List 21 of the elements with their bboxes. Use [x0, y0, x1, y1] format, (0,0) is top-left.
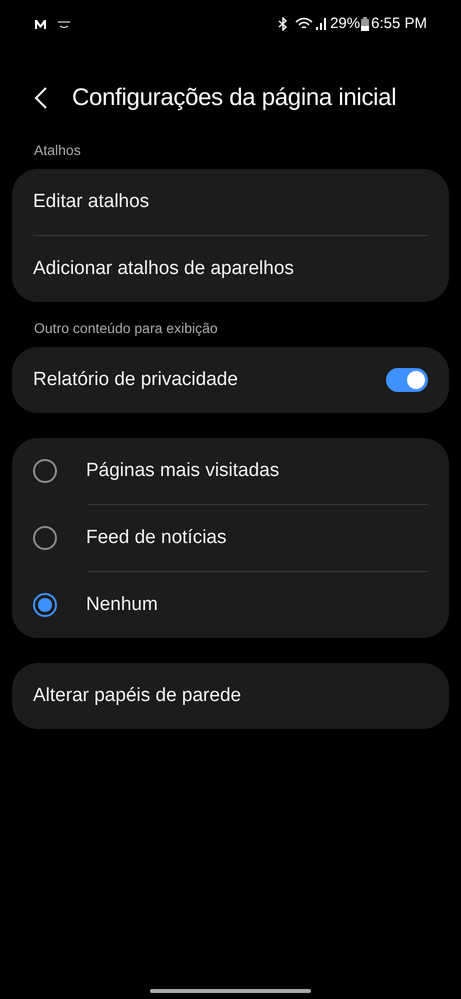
mail-icon — [34, 18, 47, 30]
setting-label: Feed de notícias — [86, 526, 228, 550]
battery-icon — [361, 17, 370, 31]
clock: 6:55 PM — [371, 14, 427, 34]
setting-label: Páginas mais visitadas — [86, 458, 280, 483]
page-title: Configurações da página inicial — [72, 83, 396, 113]
section-label: Atalhos — [33, 141, 82, 160]
setting-label: Adicionar atalhos de aparelhos — [33, 256, 295, 281]
battery-percent: 29% — [330, 14, 360, 34]
signal-icon — [316, 17, 326, 31]
wifi-icon — [295, 17, 314, 31]
bluetooth-icon — [278, 17, 288, 31]
radio-button[interactable] — [33, 526, 57, 550]
setting-label: Alterar papéis de parede — [33, 684, 242, 708]
setting-label: Editar atalhos — [33, 190, 150, 214]
setting-label: Relatório de privacidade — [33, 368, 239, 392]
section-label: Outro conteúdo para exibição — [33, 319, 219, 338]
radio-button[interactable] — [33, 459, 57, 483]
setting-label: Nenhum — [86, 592, 159, 617]
radio-button[interactable] — [33, 593, 57, 617]
toggle-switch[interactable] — [386, 368, 428, 392]
